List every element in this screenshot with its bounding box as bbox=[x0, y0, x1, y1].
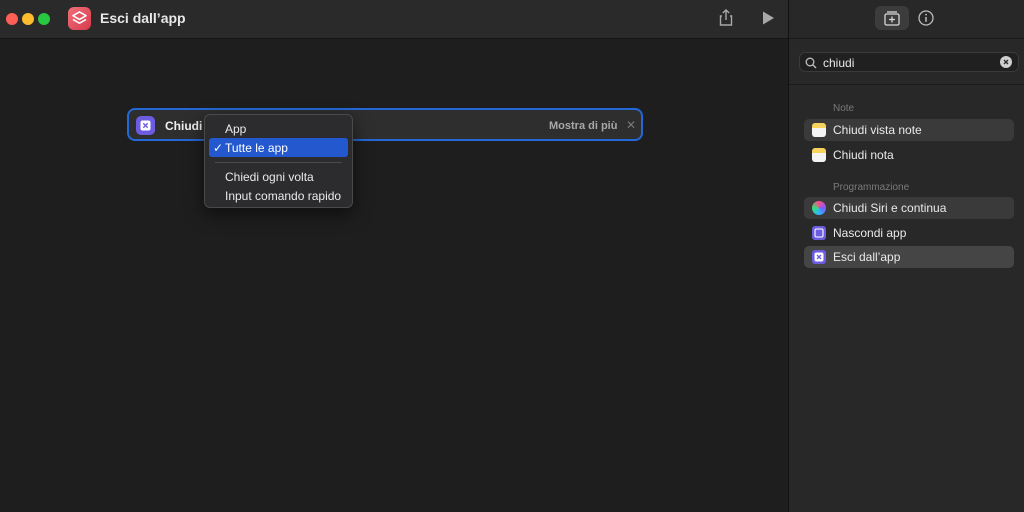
menu-separator bbox=[215, 162, 342, 163]
menu-item-all-apps[interactable]: ✓ Tutte le app bbox=[209, 138, 348, 157]
search-input[interactable]: chiudi bbox=[799, 52, 1019, 72]
add-action-icon[interactable] bbox=[875, 6, 909, 30]
shortcuts-icon[interactable] bbox=[68, 7, 91, 30]
clear-icon[interactable] bbox=[1000, 56, 1012, 68]
window-title[interactable]: Esci dall’app bbox=[100, 10, 186, 26]
app-parameter-menu: App ✓ Tutte le app Chiedi ogni volta Inp… bbox=[204, 114, 353, 208]
quit-app-icon bbox=[136, 116, 155, 135]
close-window-button[interactable] bbox=[6, 13, 18, 25]
sidebar-header bbox=[789, 0, 1024, 39]
hide-app-icon bbox=[812, 226, 826, 240]
minimize-window-button[interactable] bbox=[22, 13, 34, 25]
menu-item-app[interactable]: App bbox=[209, 119, 348, 138]
sidebar-divider bbox=[789, 84, 1024, 85]
title-bar: Esci dall’app bbox=[0, 0, 788, 39]
sidebar-item-close-note[interactable]: Chiudi nota bbox=[804, 144, 1014, 166]
sidebar-item-dismiss-siri[interactable]: Chiudi Siri e continua bbox=[804, 197, 1014, 219]
info-icon[interactable] bbox=[917, 9, 935, 27]
menu-item-shortcut-input[interactable]: Input comando rapido bbox=[209, 186, 348, 205]
section-title-notes: Note bbox=[833, 103, 855, 114]
search-icon bbox=[805, 56, 817, 74]
sidebar-item-close-notes-view[interactable]: Chiudi vista note bbox=[804, 119, 1014, 141]
close-icon[interactable]: ✕ bbox=[626, 118, 636, 132]
notes-icon bbox=[812, 148, 826, 162]
sidebar-item-hide-app[interactable]: Nascondi app bbox=[804, 222, 1014, 244]
sidebar-item-quit-app[interactable]: Esci dall’app bbox=[804, 246, 1014, 268]
quit-app-icon bbox=[812, 250, 826, 264]
search-value: chiudi bbox=[823, 56, 855, 70]
action-library-sidebar: chiudi Note Chiudi vista note Chiudi not… bbox=[788, 0, 1024, 512]
checkmark-icon: ✓ bbox=[213, 141, 224, 155]
siri-icon bbox=[812, 201, 826, 215]
play-icon[interactable] bbox=[760, 10, 776, 26]
section-title-scripting: Programmazione bbox=[833, 182, 910, 193]
menu-item-ask-each-time[interactable]: Chiedi ogni volta bbox=[209, 167, 348, 186]
notes-icon bbox=[812, 123, 826, 137]
share-icon[interactable] bbox=[716, 8, 736, 28]
zoom-window-button[interactable] bbox=[38, 13, 50, 25]
action-label: Chiudi bbox=[165, 119, 203, 133]
show-more-button[interactable]: Mostra di più bbox=[549, 120, 617, 132]
